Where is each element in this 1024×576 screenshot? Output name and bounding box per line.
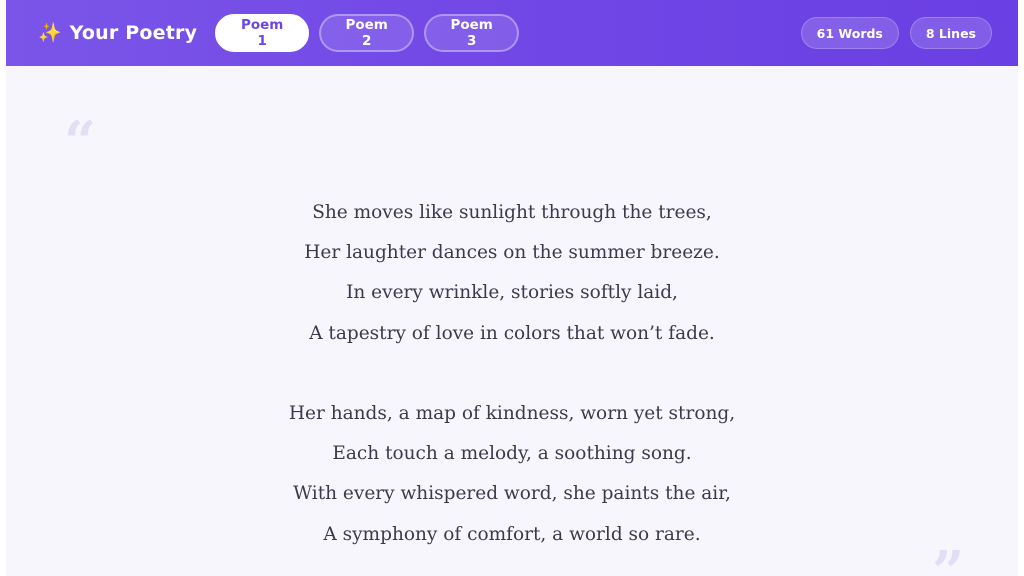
app-title: Your Poetry — [69, 22, 198, 44]
open-quote-mark: “ — [64, 109, 97, 175]
poem-line: Each touch a melody, a soothing song. — [332, 443, 692, 465]
poem-text: She moves like sunlight through the tree… — [6, 193, 1018, 555]
header-bar: ✨ Your Poetry Poem 1 Poem 2 Poem 3 61 Wo… — [6, 0, 1018, 66]
poem-content-area: “ She moves like sunlight through the tr… — [6, 66, 1018, 576]
stanza-2: Her hands, a map of kindness, worn yet s… — [6, 394, 1018, 555]
poem-line: With every whispered word, she paints th… — [293, 483, 731, 505]
poem-line: Her hands, a map of kindness, worn yet s… — [288, 402, 736, 424]
poem-tabs: Poem 1 Poem 2 Poem 3 — [215, 14, 520, 52]
sparkles-icon: ✨ — [38, 21, 62, 44]
brand: ✨ Your Poetry — [38, 22, 197, 44]
tab-poem-3[interactable]: Poem 3 — [424, 14, 520, 52]
line-count-badge: 8 Lines — [909, 17, 992, 49]
poem-stats: 61 Words 8 Lines — [800, 17, 992, 49]
tab-poem-1[interactable]: Poem 1 — [215, 14, 310, 52]
stanza-1: She moves like sunlight through the tree… — [6, 193, 1018, 354]
close-quote-mark: ” — [932, 539, 965, 576]
poem-line: She moves like sunlight through the tree… — [312, 202, 712, 223]
word-count-badge: 61 Words — [800, 17, 899, 49]
right-edge — [1018, 0, 1024, 576]
tab-poem-2[interactable]: Poem 2 — [319, 14, 415, 52]
poem-line: In every wrinkle, stories softly laid, — [346, 282, 678, 304]
poem-line: A symphony of comfort, a world so rare. — [323, 523, 701, 545]
poem-line: Her laughter dances on the summer breeze… — [304, 242, 720, 264]
poetry-app: ✨ Your Poetry Poem 1 Poem 2 Poem 3 61 Wo… — [0, 0, 1024, 576]
poem-line: A tapestry of love in colors that won’t … — [309, 322, 715, 344]
stanza-break — [6, 354, 1018, 394]
